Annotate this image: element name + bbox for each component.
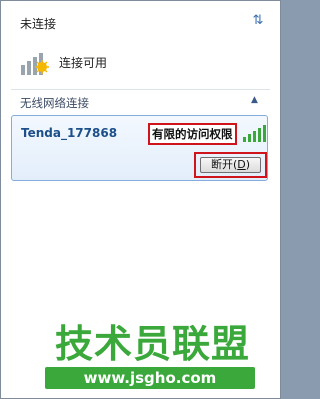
disconnect-accesskey: D — [237, 158, 246, 171]
disconnect-label-close: ) — [245, 158, 251, 171]
divider — [11, 89, 270, 90]
network-flyout: 未连接 ⇅ 连接可用 无线网络连接 ▲ Tenda_177868 有限的访问权限… — [0, 0, 281, 399]
watermark-url: www.jsgho.com — [45, 367, 255, 389]
network-item-tenda[interactable]: Tenda_177868 有限的访问权限 断开(D) — [11, 115, 268, 181]
network-ssid: Tenda_177868 — [21, 126, 118, 140]
limited-access-status: 有限的访问权限 — [148, 123, 237, 145]
flyout-header: 未连接 ⇅ — [1, 1, 280, 37]
watermark-brand: 技术员联盟 — [55, 322, 251, 366]
disconnect-highlight: 断开(D) — [194, 152, 267, 178]
disconnect-label: 断开( — [210, 158, 238, 171]
signal-strength-icon — [243, 125, 266, 142]
section-title: 无线网络连接 — [20, 96, 89, 110]
connection-status-title: 未连接 — [20, 17, 57, 31]
connection-available-row: 连接可用 — [19, 47, 259, 77]
chevron-up-icon[interactable]: ▲ — [251, 95, 263, 107]
disconnect-button[interactable]: 断开(D) — [200, 157, 261, 173]
connection-available-label: 连接可用 — [59, 56, 108, 70]
wireless-available-icon — [21, 53, 49, 75]
refresh-icon[interactable]: ⇅ — [250, 13, 266, 29]
watermark: 技术员联盟 www.jsgho.com — [45, 323, 265, 395]
wireless-section-header[interactable]: 无线网络连接 ▲ — [1, 93, 280, 113]
